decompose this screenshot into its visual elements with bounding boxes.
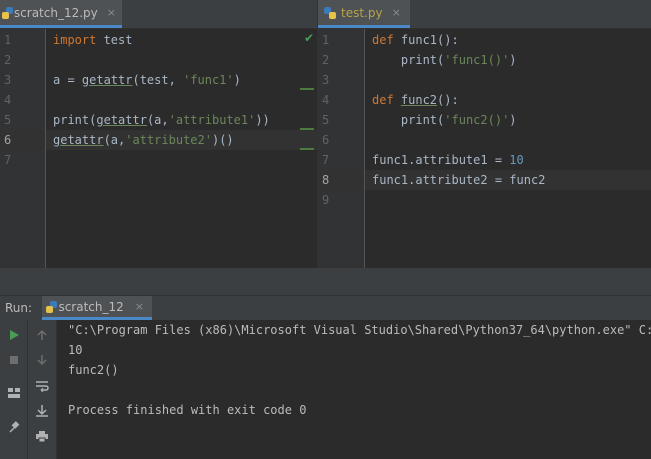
scroll-down-icon[interactable] — [28, 349, 56, 371]
code-token: ) — [233, 73, 241, 87]
code-token: getattr — [53, 133, 104, 147]
scroll-up-icon[interactable] — [28, 324, 56, 346]
tab-scratch-12[interactable]: scratch_12.py × — [0, 0, 122, 28]
code-token: 'func2()' — [444, 113, 510, 127]
code-token: func2 — [400, 93, 438, 107]
python-file-icon — [46, 300, 57, 313]
no-problems-check-icon: ✔ — [303, 31, 314, 45]
code-token: )) — [255, 113, 270, 127]
code-token: print — [53, 113, 90, 127]
tab-test-py[interactable]: test.py × — [318, 0, 410, 28]
run-tab-label: scratch_12 — [58, 299, 124, 314]
stop-icon[interactable] — [0, 349, 27, 371]
right-gutter: 1 2 3 4 5 6 7 8 9 — [318, 29, 365, 268]
code-token: print — [372, 113, 438, 127]
soft-wrap-icon[interactable] — [28, 375, 56, 397]
run-toolbar-secondary — [28, 320, 57, 459]
run-console-output[interactable]: "C:\Program Files (x86)\Microsoft Visual… — [57, 320, 651, 459]
code-line: import test — [53, 30, 132, 50]
right-editor-line-number: 1 — [322, 33, 330, 47]
left-editor[interactable]: ✔ import test a = getattr(test, 'func1') p… — [46, 29, 317, 268]
code-line: print('func1()') — [372, 50, 517, 70]
left-editor-line-number: 6 — [0, 130, 45, 150]
right-tab-bar: test.py × — [318, 0, 651, 29]
code-token: getattr — [81, 73, 133, 87]
right-editor-line-number: 7 — [322, 153, 330, 167]
close-run-tab-icon[interactable]: × — [135, 300, 144, 313]
right-editor-line-number: 8 — [318, 170, 364, 190]
code-token: import — [53, 33, 97, 47]
code-token: )() — [211, 133, 234, 147]
left-editor-line-number: 3 — [4, 73, 12, 87]
code-line: def func1(): — [372, 30, 459, 50]
code-token: func1.attribute2 = func2 — [372, 173, 546, 187]
console-output-line: func2() — [68, 363, 119, 377]
code-token: def — [372, 93, 401, 107]
python-file-icon — [1, 6, 13, 19]
console-output-line: 10 — [68, 343, 83, 357]
code-line: func1.attribute1 = 10 — [372, 150, 524, 170]
run-label: Run: — [5, 301, 33, 315]
code-token: 10 — [509, 153, 524, 167]
print-icon[interactable] — [28, 425, 56, 447]
code-token: (): — [437, 93, 459, 107]
code-line: def func2(): — [372, 90, 459, 110]
vcs-change-marker — [300, 128, 314, 130]
left-editor-line-number: 2 — [4, 53, 12, 67]
left-editor-line-number: 1 — [4, 33, 12, 47]
code-token: (test, — [132, 73, 184, 87]
run-toolbar-primary — [0, 320, 28, 459]
code-line: print(getattr(a,'attribute1')) — [53, 110, 270, 130]
code-token: 'attribute2' — [125, 133, 212, 147]
left-gutter: 1 2 3 4 5 6 7 — [0, 29, 46, 268]
code-token: ) — [509, 113, 517, 127]
code-token: def — [372, 33, 401, 47]
code-token: print — [372, 53, 438, 67]
close-tab-icon[interactable]: × — [392, 6, 401, 19]
rerun-icon[interactable] — [0, 324, 27, 346]
right-editor-line-number: 4 — [322, 93, 330, 107]
code-token: test — [96, 33, 133, 47]
code-token: (a, — [146, 113, 169, 127]
code-token: getattr — [96, 113, 147, 127]
run-panel-header: Run: scratch_12 × — [0, 295, 651, 320]
code-token: 'attribute1' — [168, 113, 256, 127]
code-token: a = — [53, 73, 82, 87]
console-output-line: "C:\Program Files (x86)\Microsoft Visual… — [68, 323, 651, 337]
code-token: (): — [437, 33, 459, 47]
code-line: func1.attribute2 = func2 — [372, 170, 545, 190]
pin-icon[interactable] — [0, 416, 27, 438]
left-editor-line-number: 4 — [4, 93, 12, 107]
python-file-icon — [324, 6, 336, 19]
editor-bottom-area — [0, 268, 651, 295]
left-tab-bar: scratch_12.py × — [0, 0, 317, 29]
code-line: getattr(a,'attribute2')() — [53, 130, 234, 150]
tab-label: scratch_12.py — [13, 5, 98, 20]
right-editor-line-number: 5 — [322, 113, 330, 127]
console-output-line: Process finished with exit code 0 — [68, 403, 307, 417]
right-editor-line-number: 6 — [322, 133, 330, 147]
layout-icon[interactable] — [0, 382, 27, 404]
scroll-to-end-icon[interactable] — [28, 400, 56, 422]
left-editor-line-number: 5 — [4, 113, 12, 127]
code-token: 'func1()' — [444, 53, 510, 67]
code-token: (a, — [103, 133, 126, 147]
right-editor-line-number: 2 — [322, 53, 330, 67]
vcs-change-marker — [300, 148, 314, 150]
right-editor-line-number: 3 — [322, 73, 330, 87]
right-editor-line-number: 9 — [322, 193, 330, 207]
close-tab-icon[interactable]: × — [107, 6, 116, 19]
code-token: 'func1' — [183, 73, 234, 87]
left-editor-line-number: 7 — [4, 153, 12, 167]
run-tab-scratch-12[interactable]: scratch_12 × — [42, 296, 152, 320]
code-line: print('func2()') — [372, 110, 517, 130]
code-token: func1.attribute1 = — [372, 153, 510, 167]
vcs-change-marker — [300, 88, 314, 90]
code-token: func1 — [400, 33, 438, 47]
right-editor[interactable]: def func1(): print('func1()') def func2()… — [365, 29, 651, 268]
code-token: ) — [509, 53, 517, 67]
code-line: a = getattr(test, 'func1') — [53, 70, 241, 90]
tab-label: test.py — [341, 5, 383, 20]
